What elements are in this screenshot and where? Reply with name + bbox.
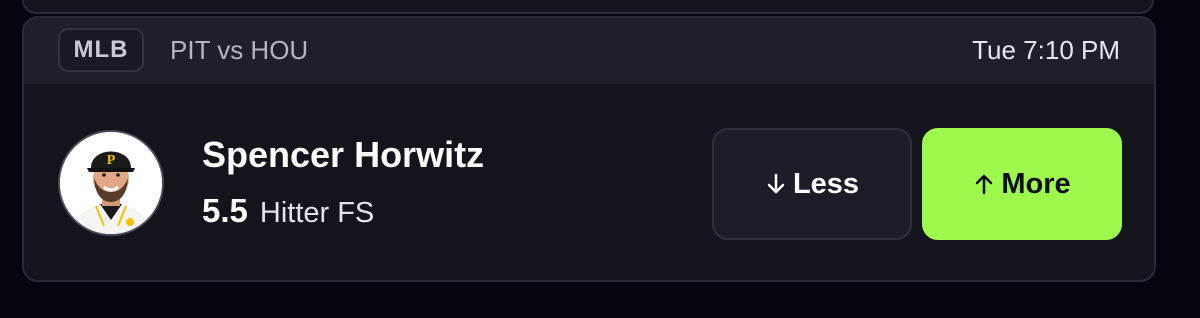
player-headshot-icon: P [60, 132, 162, 234]
prop-card: MLB PIT vs HOU Tue 7:10 PM P Spencer Hor… [22, 16, 1156, 282]
line-value: 5.5 [202, 192, 248, 229]
previous-card-bottom [22, 0, 1154, 14]
stat-line: 5.5 Hitter FS [202, 192, 374, 236]
matchup-label: PIT vs HOU [170, 35, 309, 65]
less-button[interactable]: Less [712, 128, 912, 240]
more-label: More [1001, 167, 1071, 200]
arrow-up-icon [973, 170, 995, 198]
more-button[interactable]: More [922, 128, 1122, 240]
league-badge: MLB [58, 28, 144, 72]
player-avatar: P [58, 130, 164, 236]
arrow-down-icon [765, 170, 787, 198]
stat-type: Hitter FS [259, 197, 375, 229]
game-time: Tue 7:10 PM [972, 35, 1120, 65]
svg-text:P: P [107, 153, 116, 168]
less-label: Less [792, 167, 860, 200]
player-name: Spencer Horwitz [202, 134, 485, 175]
card-header: MLB PIT vs HOU Tue 7:10 PM [24, 18, 1154, 84]
